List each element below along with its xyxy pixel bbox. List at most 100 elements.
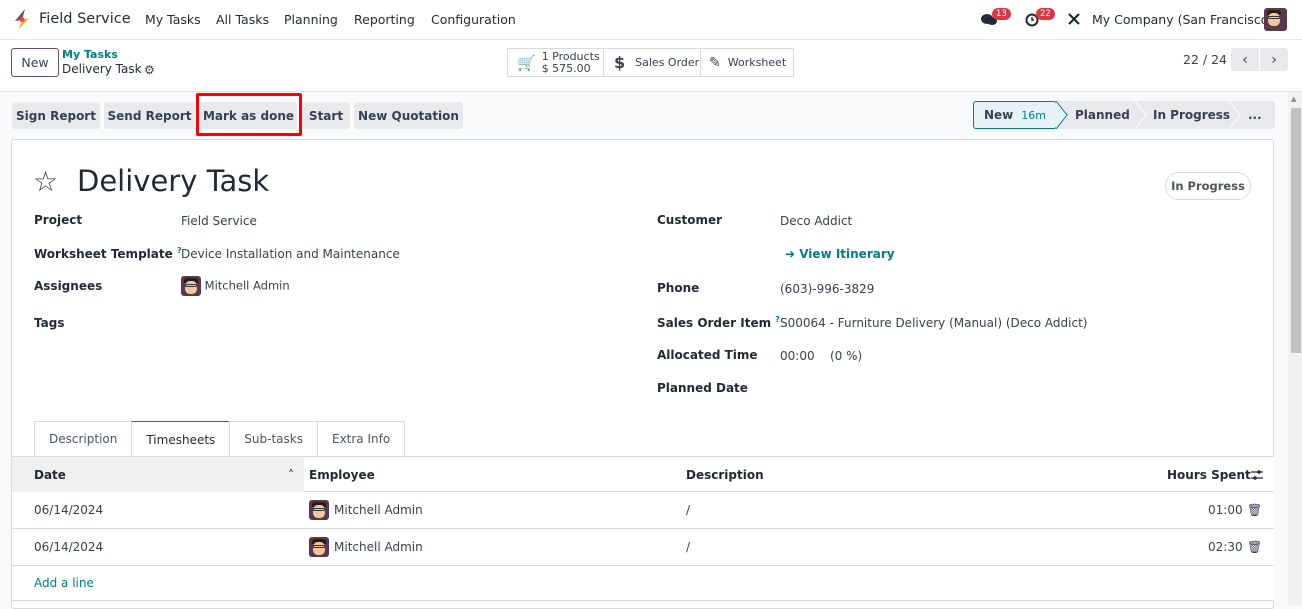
breadcrumb-parent[interactable]: My Tasks [62,48,118,61]
chevron-left-icon: ‹ [1242,51,1248,68]
highlight-box [196,93,302,136]
sales-order-smart-button[interactable]: $ Sales Order [603,48,701,77]
activities-badge: 22 [1036,8,1055,20]
row-description: / [686,540,691,554]
stage-separator-icon [1229,101,1241,129]
products-count: 1 Products [541,49,600,63]
allocated-time-label: Allocated Time [657,348,758,362]
planned-date-label: Planned Date [657,381,748,395]
column-description[interactable]: Description [686,457,764,492]
row-employee: Mitchell Admin [309,529,423,565]
row-hours: 02:30 [1208,540,1243,554]
employee-avatar [309,500,329,520]
row-description: / [686,503,691,517]
assignees-label: Assignees [34,279,103,293]
column-hours-spent[interactable]: Hours Spent [1167,457,1251,492]
top-navbar: Field Service My Tasks All Tasks Plannin… [0,0,1302,40]
star-icon[interactable]: ☆ [33,165,58,198]
tab-timesheets[interactable]: Timesheets [131,421,231,457]
row-date: 06/14/2024 [34,540,104,554]
sales-order-label: Sales Order [635,56,700,69]
stage-in-progress[interactable]: In Progress [1153,101,1230,129]
menu-my-tasks[interactable]: My Tasks [145,12,201,27]
employee-avatar [309,537,329,557]
project-field[interactable]: Field Service [181,214,257,228]
column-settings-icon[interactable] [1250,468,1264,482]
tools-icon [1068,13,1080,25]
add-line-row: Add a line [12,566,1274,601]
menu-reporting[interactable]: Reporting [354,12,415,27]
worksheet-smart-button[interactable]: ✎ Worksheet [700,48,794,77]
scroll-up-icon[interactable]: ▲ [1291,95,1296,103]
user-avatar[interactable] [1264,8,1287,31]
new-button[interactable]: New [11,48,59,77]
assignee-avatar [181,276,201,296]
phone-label: Phone [657,281,700,295]
debug-tools-button[interactable] [1066,7,1082,31]
project-label: Project [34,213,83,227]
row-hours: 01:00 [1208,503,1243,517]
tab-sub-tasks[interactable]: Sub-tasks [229,421,318,456]
assignee-name: Mitchell Admin [204,278,290,293]
customer-field[interactable]: Deco Addict [780,214,852,228]
trash-icon[interactable]: 🗑 [1247,529,1262,565]
stage-new[interactable]: New 16m [973,101,1057,129]
menu-configuration[interactable]: Configuration [431,12,516,27]
worksheet-template-label: Worksheet Template ? [34,246,182,261]
messages-button[interactable]: 13 [980,7,1011,31]
menu-planning[interactable]: Planning [284,12,338,27]
column-employee[interactable]: Employee [309,457,375,492]
table-row[interactable]: 06/14/2024 Mitchell Admin / 01:00 🗑 [12,492,1274,529]
scrollbar-thumb[interactable] [1291,108,1301,353]
worksheet-template-field[interactable]: Device Installation and Maintenance [181,247,400,261]
pager-next-button[interactable]: › [1260,48,1288,71]
notebook-tabs: Description Timesheets Sub-tasks Extra I… [34,421,406,457]
dollar-icon: $ [614,53,626,72]
stage-statusbar: New 16m Planned In Progress ... [973,101,1275,129]
customer-label: Customer [657,213,723,227]
row-employee: Mitchell Admin [309,492,423,528]
tab-extra-info[interactable]: Extra Info [316,421,406,456]
cart-icon: 🛒 [517,53,536,72]
activities-button[interactable]: 22 [1024,7,1055,31]
allocated-time-field[interactable]: 00:00 [780,349,815,363]
view-itinerary-link[interactable]: ➜ View Itinerary [785,247,895,261]
messages-badge: 13 [992,8,1011,20]
products-smart-button[interactable]: 🛒 1 Products $ 575.00 [507,48,604,77]
state-badge[interactable]: In Progress [1165,172,1251,200]
pencil-icon: ✎ [709,54,721,71]
field-service-logo-icon[interactable] [11,8,33,30]
allocated-percentage: (0 %) [830,349,863,363]
menu-all-tasks[interactable]: All Tasks [216,12,269,27]
tab-description[interactable]: Description [34,421,133,456]
sales-order-item-label: Sales Order Item ? [657,315,780,330]
company-switcher[interactable]: My Company (San Francisco) [1092,12,1273,27]
worksheet-label: Worksheet [727,56,787,69]
phone-field[interactable]: (603)-996-3829 [780,282,874,296]
stage-more[interactable]: ... [1248,101,1262,129]
add-line-link[interactable]: Add a line [34,566,94,600]
stage-separator-icon [1135,101,1147,129]
stage-duration: 16m [1021,108,1046,122]
stage-planned[interactable]: Planned [1075,101,1130,129]
row-date: 06/14/2024 [34,503,104,517]
column-date[interactable]: Date [34,457,66,492]
timesheets-table-header: Date ˄ Employee Description Hours Spent [12,456,1274,492]
sales-order-item-field[interactable]: S00064 - Furniture Delivery (Manual) (De… [780,316,1087,330]
sign-report-button[interactable]: Sign Report [12,102,100,129]
assignees-field[interactable]: Mitchell Admin [181,276,290,296]
task-title[interactable]: Delivery Task [77,164,269,198]
tags-label: Tags [34,316,65,330]
table-row[interactable]: 06/14/2024 Mitchell Admin / 02:30 🗑 [12,529,1274,566]
app-name[interactable]: Field Service [39,11,131,27]
pager-previous-button[interactable]: ‹ [1231,48,1259,71]
new-quotation-button[interactable]: New Quotation [354,102,463,129]
start-button[interactable]: Start [302,102,350,129]
page-scrollbar[interactable]: ▲ [1288,92,1302,605]
gear-icon[interactable]: ⚙ [144,63,155,77]
sort-ascending-icon: ˄ [288,467,294,482]
trash-icon[interactable]: 🗑 [1247,492,1262,528]
products-amount: $ 575.00 [541,61,591,75]
send-report-button[interactable]: Send Report [104,102,195,129]
pager-value[interactable]: 22 / 24 [1183,52,1227,67]
